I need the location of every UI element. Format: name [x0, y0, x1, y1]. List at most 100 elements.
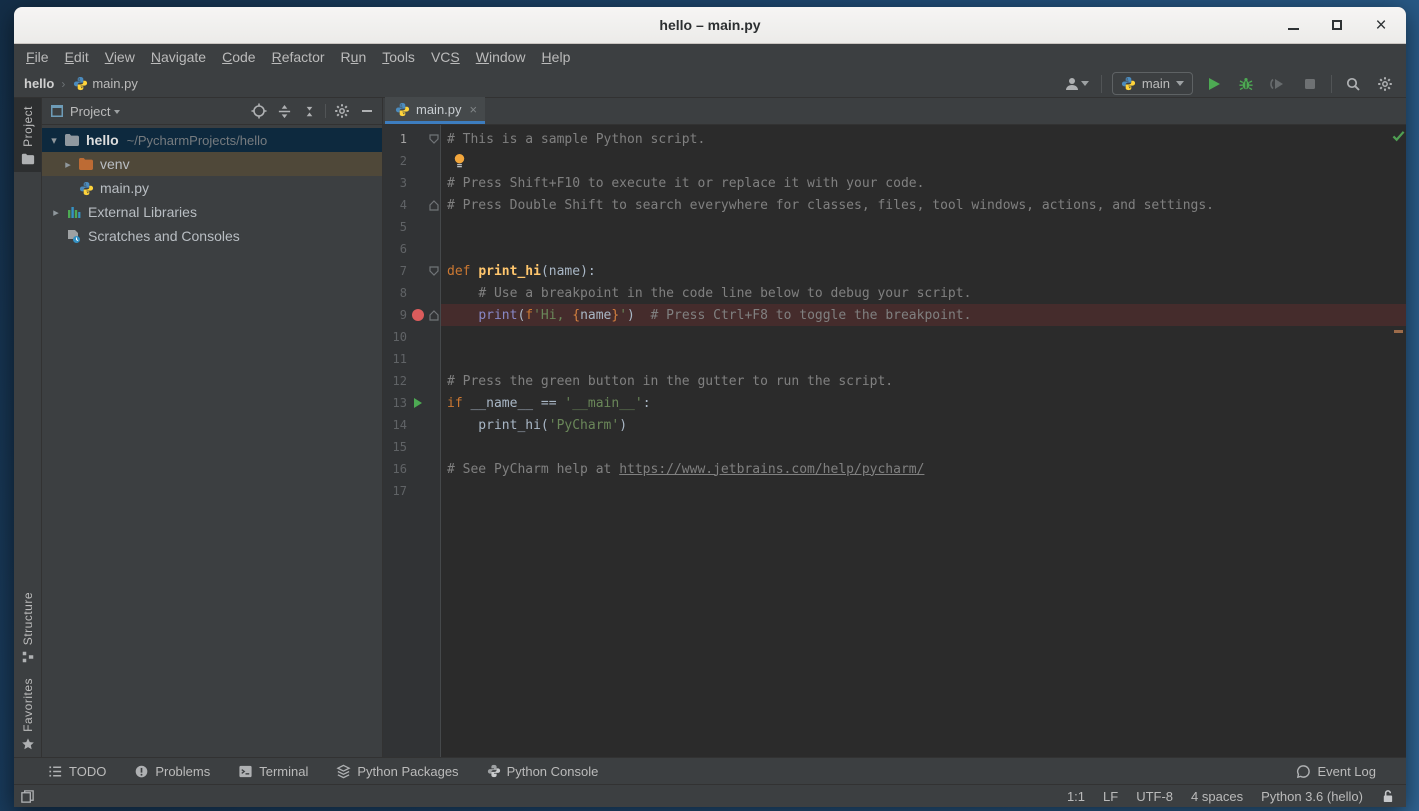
menu-vcs[interactable]: VCS: [423, 46, 468, 68]
window-title: hello – main.py: [659, 17, 760, 33]
search-everywhere-button[interactable]: [1342, 73, 1364, 95]
gutter-row: 14: [383, 414, 440, 436]
run-toolbar: main: [1061, 72, 1396, 95]
event-log-button[interactable]: Event Log: [1296, 764, 1376, 779]
menu-help[interactable]: Help: [534, 46, 579, 68]
user-button[interactable]: [1061, 73, 1091, 95]
tree-item-hello[interactable]: ▾hello~/PycharmProjects/hello: [42, 128, 382, 152]
code-link[interactable]: https://www.jetbrains.com/help/pycharm/: [619, 462, 924, 477]
chevron-right-icon[interactable]: ▸: [46, 206, 66, 219]
layout-button[interactable]: [20, 789, 35, 804]
run-config-selector[interactable]: main: [1112, 72, 1193, 95]
code-line-7: def print_hi(name):: [441, 260, 1406, 282]
tool-window-stripe: Project Structure Favorites: [14, 98, 42, 757]
breadcrumb-project[interactable]: hello: [24, 76, 54, 91]
code-token: f: [525, 308, 533, 323]
stop-button[interactable]: [1299, 73, 1321, 95]
chevron-down-icon: [1081, 81, 1089, 86]
line-number: 8: [383, 286, 409, 300]
tool-window-button-python-console[interactable]: Python Console: [487, 764, 599, 779]
expand-all-button[interactable]: [275, 102, 293, 120]
tool-window-button-python-packages[interactable]: Python Packages: [336, 764, 458, 779]
project-panel-title[interactable]: Project: [70, 104, 110, 119]
menu-refactor[interactable]: Refactor: [264, 46, 333, 68]
menu-edit[interactable]: Edit: [57, 46, 97, 68]
line-number: 2: [383, 154, 409, 168]
tool-window-button-terminal[interactable]: Terminal: [238, 764, 308, 779]
code-token: print_hi: [478, 264, 541, 279]
tab-close-icon[interactable]: ×: [468, 102, 478, 117]
editor-body[interactable]: 1234567891011121314151617 # This is a sa…: [383, 125, 1406, 757]
fold-marker-icon[interactable]: [427, 130, 440, 148]
menu-code[interactable]: Code: [214, 46, 263, 68]
tree-item-scratches-and-consoles[interactable]: Scratches and Consoles: [42, 224, 382, 248]
code-area[interactable]: # This is a sample Python script.# Press…: [441, 125, 1406, 757]
tree-item-main-py[interactable]: main.py: [42, 176, 382, 200]
status-line-separator[interactable]: LF: [1103, 789, 1118, 804]
code-token: print_hi(: [447, 418, 549, 433]
stop-icon: [1303, 77, 1317, 91]
menu-tools[interactable]: Tools: [374, 46, 423, 68]
code-token: # Use a breakpoint in the code line belo…: [478, 286, 971, 301]
toolbar-separator: [1101, 75, 1102, 93]
close-button[interactable]: ×: [1370, 14, 1392, 36]
menu-run[interactable]: Run: [333, 46, 375, 68]
status-python-interpreter[interactable]: Python 3.6 (hello): [1261, 789, 1363, 804]
status-caret-position[interactable]: 1:1: [1067, 789, 1085, 804]
chevron-down-icon[interactable]: [114, 110, 120, 114]
breakpoint-stripe-mark[interactable]: [1394, 330, 1403, 333]
menu-file[interactable]: File: [18, 46, 57, 68]
menu-navigate[interactable]: Navigate: [143, 46, 214, 68]
fold-marker-icon[interactable]: [427, 196, 440, 214]
project-panel: Project ▾hello~/PycharmProjects/hello▸ve…: [42, 98, 383, 757]
gutter-row: 8: [383, 282, 440, 304]
titlebar: hello – main.py ×: [14, 7, 1406, 44]
menu-window[interactable]: Window: [468, 46, 534, 68]
chevron-down-icon[interactable]: ▾: [44, 134, 64, 147]
chevron-right-icon[interactable]: ▸: [58, 158, 78, 171]
debug-button[interactable]: [1235, 73, 1257, 95]
status-file-encoding[interactable]: UTF-8: [1136, 789, 1173, 804]
tree-item-venv[interactable]: ▸venv: [42, 152, 382, 176]
status-indent-style[interactable]: 4 spaces: [1191, 789, 1243, 804]
breadcrumb-file[interactable]: main.py: [92, 76, 138, 91]
unlock-icon[interactable]: [1381, 789, 1394, 803]
tree-item-label: hello: [86, 132, 119, 148]
code-token: ': [619, 308, 627, 323]
code-token: {: [572, 308, 580, 323]
stripe-button-favorites[interactable]: Favorites: [14, 670, 41, 757]
settings-button[interactable]: [1374, 73, 1396, 95]
tab-main-py[interactable]: main.py ×: [385, 97, 485, 124]
tool-window-button-todo[interactable]: TODO: [48, 764, 106, 779]
stripe-button-project[interactable]: Project: [14, 98, 41, 172]
problems-icon: [134, 764, 149, 779]
hide-panel-button[interactable]: [358, 102, 376, 120]
run-button[interactable]: [1203, 73, 1225, 95]
python-file-icon: [72, 76, 88, 92]
inspection-ok-icon[interactable]: [1392, 130, 1405, 142]
panel-settings-button[interactable]: [333, 102, 351, 120]
run-gutter-icon[interactable]: [414, 398, 422, 408]
coverage-button[interactable]: [1267, 73, 1289, 95]
tool-window-button-label: TODO: [69, 764, 106, 779]
maximize-icon: [1332, 20, 1342, 30]
tool-window-button-problems[interactable]: Problems: [134, 764, 210, 779]
folder-icon: [21, 152, 35, 166]
minimize-button[interactable]: [1282, 14, 1304, 36]
collapse-all-button[interactable]: [300, 102, 318, 120]
stripe-button-structure[interactable]: Structure: [14, 584, 41, 670]
tree-item-external-libraries[interactable]: ▸External Libraries: [42, 200, 382, 224]
locate-button[interactable]: [250, 102, 268, 120]
pycharm-window: hello – main.py × FileEditViewNavigateCo…: [14, 7, 1406, 807]
main-content: Project Structure Favorites Project ▾ hel…: [14, 97, 1406, 757]
maximize-button[interactable]: [1326, 14, 1348, 36]
fold-marker-icon[interactable]: [427, 306, 440, 324]
editor-area: main.py × 1234567891011121314151617 # Th…: [383, 98, 1406, 757]
menu-bar: FileEditViewNavigateCodeRefactorRunTools…: [14, 44, 1406, 70]
locate-icon: [251, 103, 267, 119]
breakpoint-icon[interactable]: [412, 309, 424, 321]
fold-marker-icon[interactable]: [427, 262, 440, 280]
code-token: __name__ ==: [463, 396, 565, 411]
menu-view[interactable]: View: [97, 46, 143, 68]
intention-bulb-icon[interactable]: [453, 153, 466, 169]
